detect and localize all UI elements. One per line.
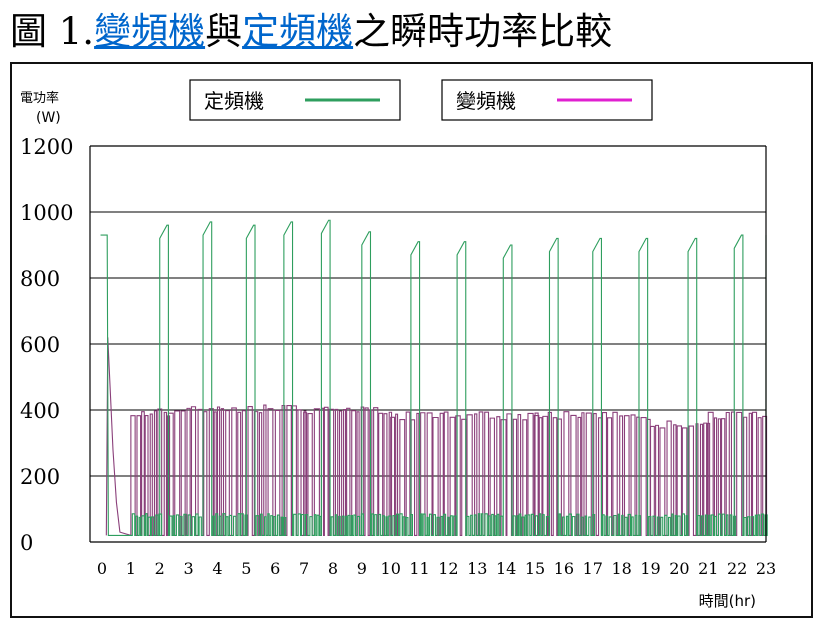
legend-fixed: 定頻機	[189, 79, 401, 121]
x-axis-title: 時間(hr)	[699, 592, 756, 610]
inverter-series	[105, 337, 768, 537]
x-tick-label: 15	[525, 559, 545, 578]
y-tick-label: 1200	[20, 135, 73, 159]
fixed-speed-link[interactable]: 定頻機	[242, 10, 353, 53]
y-axis-title: 電功率	[20, 90, 59, 106]
x-tick-label: 3	[184, 559, 194, 578]
y-tick-label: 600	[20, 333, 60, 357]
y-tick-label: 0	[20, 531, 33, 555]
legend-label: 變頻機	[456, 89, 516, 113]
legend-label: 定頻機	[204, 89, 264, 113]
title-suffix: 之瞬時功率比較	[353, 10, 613, 53]
x-tick-label: 16	[554, 559, 574, 578]
x-tick-label: 10	[381, 559, 401, 578]
y-tick-label: 1000	[20, 201, 73, 225]
x-tick-label: 0	[97, 559, 107, 578]
x-tick-label: 14	[496, 559, 516, 578]
x-tick-label: 21	[698, 559, 718, 578]
y-tick-label: 200	[20, 465, 60, 489]
x-tick-label: 12	[438, 559, 458, 578]
x-tick-label: 5	[241, 559, 251, 578]
inverter-line	[105, 337, 768, 537]
power-chart: 0200400600800100012000 1 2 3 4 5 6 7 8 9 10 11 12 13 1…	[20, 79, 776, 610]
inverter-link[interactable]: 變頻機	[94, 10, 205, 53]
title-prefix: 圖 1.	[10, 10, 95, 53]
x-tick-label: 20	[669, 559, 689, 578]
x-tick-label: 7	[299, 559, 309, 578]
x-tick-label: 4	[212, 559, 222, 578]
y-tick-label: 400	[20, 399, 60, 423]
y-axis-unit: (W)	[36, 110, 61, 126]
x-tick-label: 17	[583, 559, 603, 578]
x-tick-label: 1	[126, 559, 136, 578]
x-tick-label: 6	[270, 559, 280, 578]
title-mid: 與	[205, 10, 243, 53]
x-tick-label: 13	[467, 559, 487, 578]
x-tick-label: 18	[611, 559, 631, 578]
chart-frame: 0 200 400 600 800 1000 1200 0 1 2 3 4 5 6 7 8 9 10 11 12 13 1…	[10, 62, 813, 618]
x-tick-label: 8	[328, 559, 338, 578]
figure-title: 圖 1.變頻機與定頻機之瞬時功率比較	[10, 6, 612, 58]
legend-inverter: 變頻機	[441, 79, 653, 121]
y-tick-label: 800	[20, 267, 60, 291]
x-tick-label: 19	[640, 559, 660, 578]
legend: 定頻機 變頻機	[189, 79, 653, 121]
x-tick-label: 23	[756, 559, 776, 578]
x-tick-label: 2	[155, 559, 165, 578]
x-tick-label: 22	[727, 559, 747, 578]
x-tick-label: 11	[409, 559, 429, 578]
x-tick-label: 9	[357, 559, 367, 578]
